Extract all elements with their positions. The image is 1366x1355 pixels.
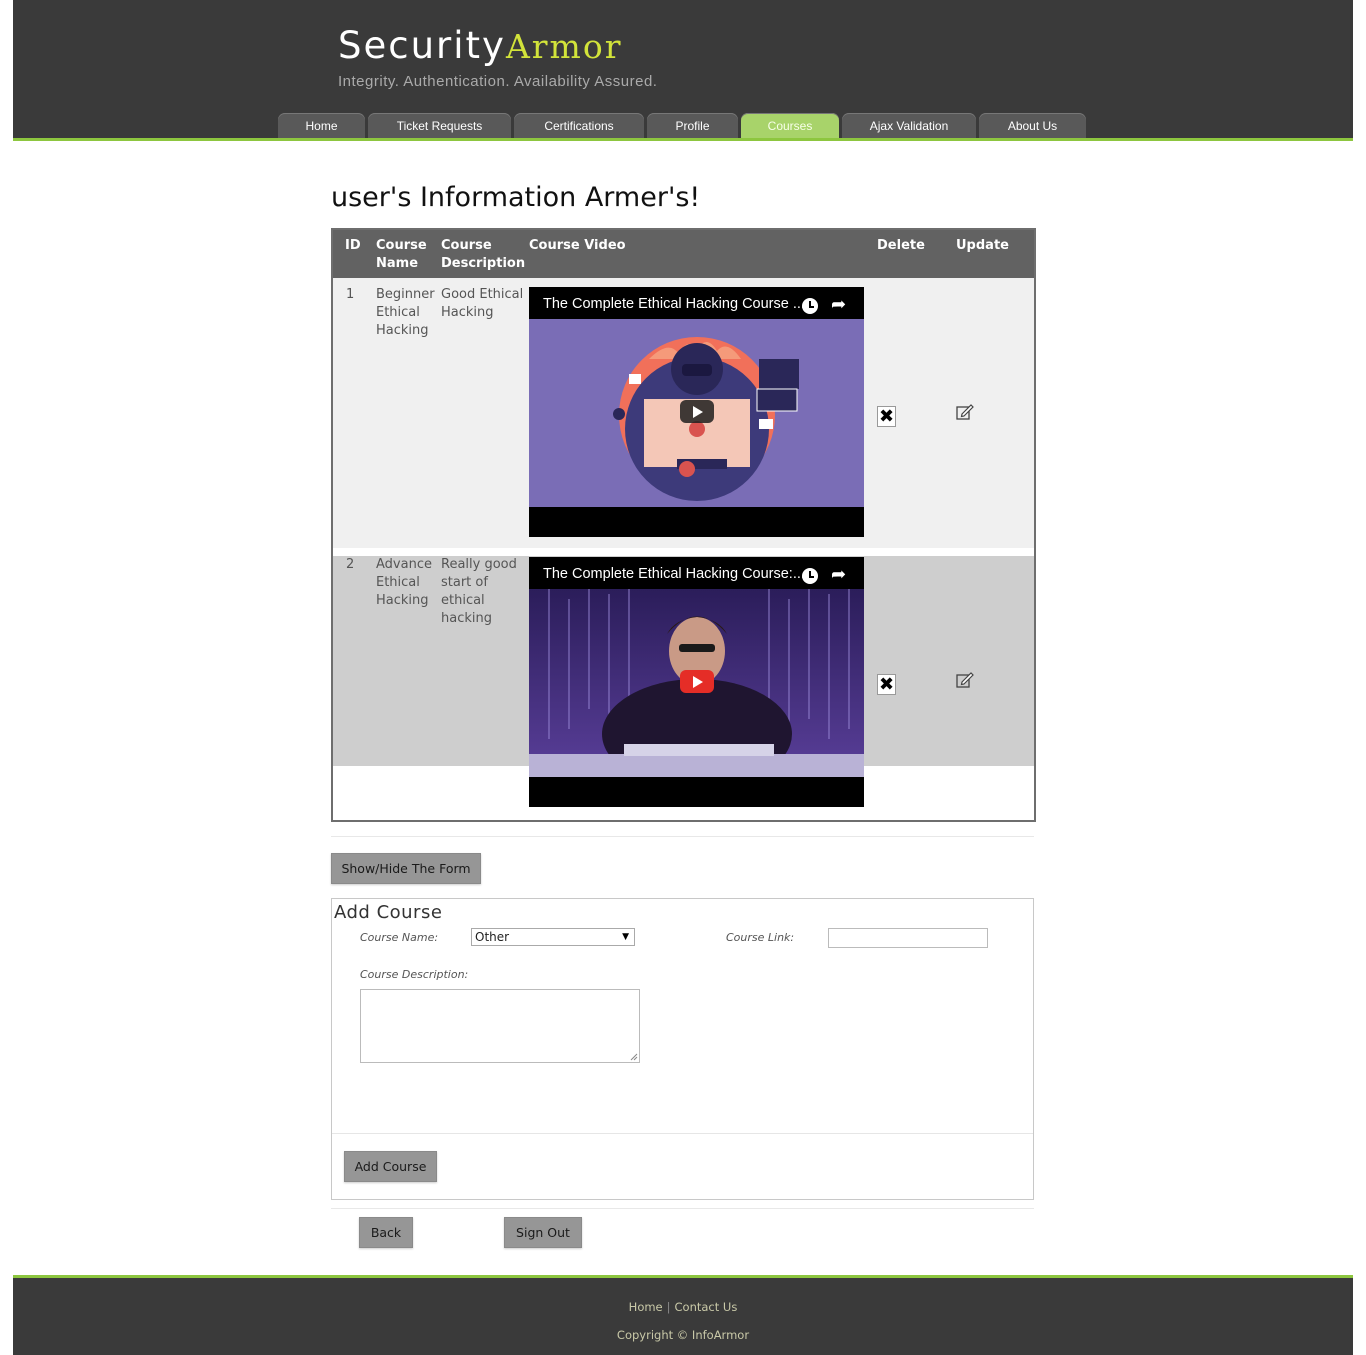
course-description-textarea[interactable]	[360, 989, 640, 1063]
form-title: Add Course	[334, 902, 443, 923]
table-header: ID Course Name Course Description Course…	[333, 230, 1034, 278]
course-description-label: Course Description:	[360, 968, 469, 981]
dropdown-arrow-icon: ▼	[622, 932, 629, 942]
video-title[interactable]: The Complete Ethical Hacking Course ...	[543, 296, 805, 312]
nav-tab-ajax-validation[interactable]: Ajax Validation	[842, 113, 976, 138]
brand-armor-text: Armor	[505, 27, 623, 66]
row-description-line: Hacking	[441, 305, 494, 320]
footer-link-contact-us[interactable]: Contact Us	[675, 1300, 738, 1314]
section-divider	[331, 1208, 1034, 1209]
nav-tab-home[interactable]: Home	[278, 113, 365, 138]
course-name-selected-value: Other	[475, 930, 510, 944]
nav-tab-about-us[interactable]: About Us	[979, 113, 1086, 138]
header-course-description: Course Description	[441, 237, 525, 273]
row-course-name: Beginner Ethical Hacking	[376, 286, 435, 340]
site-tagline: Integrity. Authentication. Availability …	[338, 73, 658, 90]
row-course-name-line: Ethical	[376, 575, 420, 590]
nav-tab-courses[interactable]: Courses	[741, 113, 839, 138]
header-course-name: Course Name	[376, 237, 427, 273]
header-id: ID	[345, 238, 361, 253]
play-button-icon[interactable]	[680, 670, 714, 693]
share-icon[interactable]: ➦	[831, 566, 846, 584]
site-header: SecurityArmor Integrity. Authentication.…	[13, 0, 1353, 138]
course-link-label: Course Link:	[726, 931, 795, 944]
add-course-form: Add Course Course Name: Other ▼ Course L…	[331, 898, 1034, 1200]
page-title: user's Information Armer's!	[331, 182, 701, 213]
row-course-name-line: Hacking	[376, 323, 429, 338]
sign-out-button[interactable]: Sign Out	[504, 1217, 582, 1248]
header-course-name-line1: Course	[376, 238, 427, 253]
edit-icon[interactable]	[956, 404, 974, 420]
watch-later-icon[interactable]	[802, 298, 818, 314]
row-course-description: Good Ethical Hacking	[441, 286, 523, 322]
row-course-name-line: Advance	[376, 557, 432, 572]
row-description-line: start of	[441, 575, 488, 590]
footer-links: Home | Contact Us	[13, 1300, 1353, 1314]
nav-tab-certifications[interactable]: Certifications	[514, 113, 644, 138]
footer-link-home[interactable]: Home	[629, 1300, 663, 1314]
row-course-description: Really good start of ethical hacking	[441, 556, 517, 628]
footer-copyright: Copyright © InfoArmor	[616, 1328, 750, 1342]
course-name-select[interactable]: Other ▼	[471, 928, 635, 946]
section-divider	[331, 836, 1034, 837]
row-id: 1	[346, 287, 355, 302]
site-logo[interactable]: SecurityArmor	[338, 24, 623, 67]
watch-later-icon[interactable]	[802, 568, 818, 584]
site-footer: Home | Contact Us Copyright © InfoArmor	[13, 1278, 1353, 1355]
page-frame: SecurityArmor Integrity. Authentication.…	[13, 0, 1353, 1355]
play-button-icon[interactable]	[680, 400, 714, 423]
course-name-label: Course Name:	[360, 931, 439, 944]
row-course-name-line: Hacking	[376, 593, 429, 608]
resize-grip-icon[interactable]	[630, 1053, 638, 1061]
video-embed[interactable]: The Complete Ethical Hacking Course:... …	[529, 557, 864, 807]
header-course-description-line2: Description	[441, 256, 526, 271]
delete-icon[interactable]: ✖	[877, 674, 896, 695]
row-description-line: Really good	[441, 557, 517, 572]
header-accent-line	[13, 138, 1353, 141]
row-course-name-line: Ethical	[376, 305, 420, 320]
header-update: Update	[956, 238, 1009, 253]
add-course-button[interactable]: Add Course	[344, 1151, 437, 1182]
nav-tab-ticket-requests[interactable]: Ticket Requests	[368, 113, 511, 138]
form-divider	[332, 1133, 1033, 1134]
header-course-description-line1: Course	[441, 238, 492, 253]
courses-table: ID Course Name Course Description Course…	[331, 228, 1036, 822]
row-description-line: hacking	[441, 611, 492, 626]
delete-icon[interactable]: ✖	[877, 406, 896, 427]
footer-link-separator: |	[666, 1300, 671, 1314]
row-description-line: Good Ethical	[441, 287, 524, 302]
row-course-name-line: Beginner	[376, 287, 435, 302]
share-icon[interactable]: ➦	[831, 296, 846, 314]
video-title[interactable]: The Complete Ethical Hacking Course:...	[543, 566, 805, 582]
row-description-line: ethical	[441, 593, 485, 608]
header-course-name-line2: Name	[376, 256, 419, 271]
row-id: 2	[346, 557, 355, 572]
row-course-name: Advance Ethical Hacking	[376, 556, 432, 610]
back-button[interactable]: Back	[359, 1217, 413, 1248]
video-embed[interactable]: The Complete Ethical Hacking Course ... …	[529, 287, 864, 537]
nav-tab-profile[interactable]: Profile	[647, 113, 738, 138]
brand-security-text: Security	[338, 24, 506, 67]
header-delete: Delete	[877, 238, 925, 253]
course-link-input[interactable]	[828, 928, 988, 948]
header-course-video: Course Video	[529, 238, 626, 253]
show-hide-form-button[interactable]: Show/Hide The Form	[331, 853, 481, 884]
edit-icon[interactable]	[956, 672, 974, 688]
